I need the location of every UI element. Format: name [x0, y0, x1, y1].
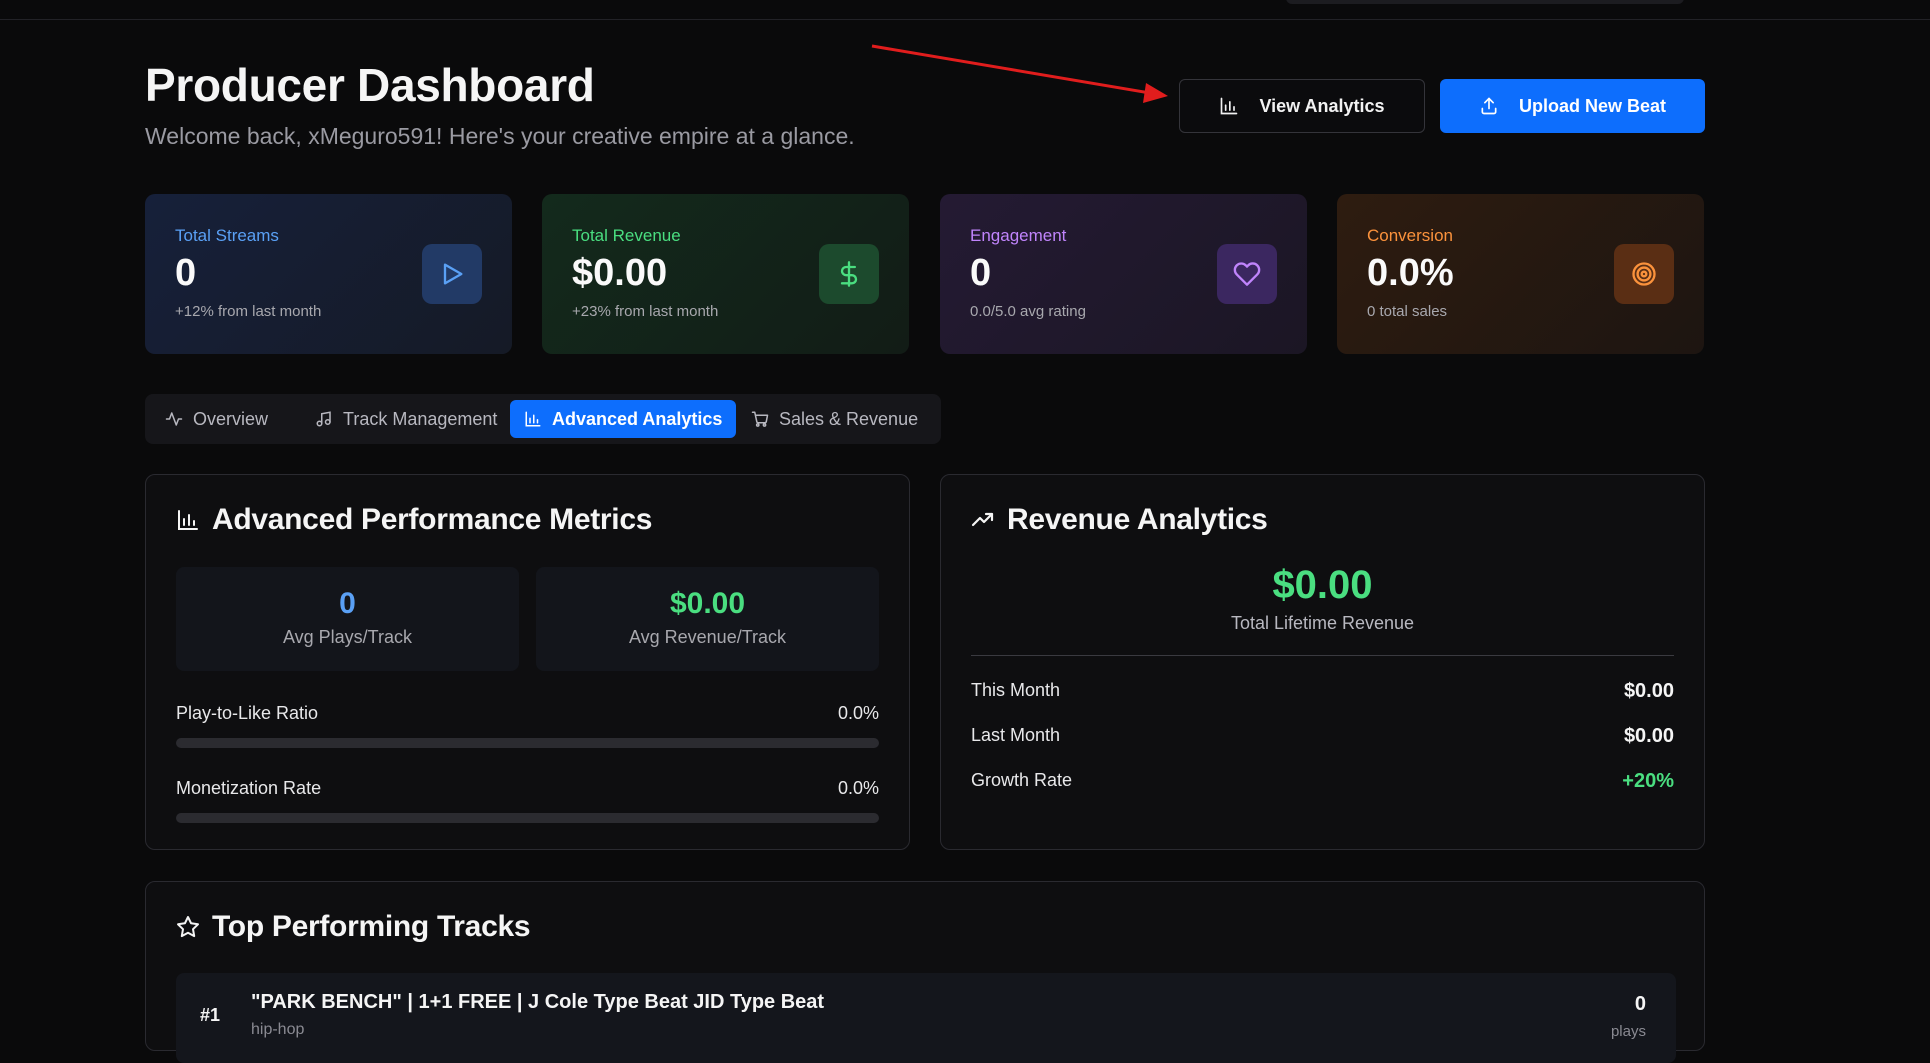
avg-plays-card: 0 Avg Plays/Track: [176, 567, 519, 671]
track-plays-value: 0: [1634, 993, 1646, 1015]
bar-chart-icon: [1221, 97, 1238, 115]
track-rank: #1: [200, 1005, 221, 1025]
progress-bar: [176, 813, 879, 823]
tab-label: Overview: [193, 408, 269, 429]
stat-label: Total Revenue: [572, 226, 681, 245]
revenue-row-value: $0.00: [1623, 680, 1674, 702]
track-genre: hip-hop: [251, 1021, 305, 1038]
metric-value: 0.0%: [837, 703, 879, 723]
stat-card-total-streams: Total Streams 0 +12% from last month: [145, 194, 512, 354]
revenue-row-this-month: This Month $0.00: [971, 680, 1674, 702]
tab-label: Advanced Analytics: [552, 408, 723, 429]
top-tracks-panel: Top Performing Tracks #1 "PARK BENCH" | …: [145, 881, 1705, 1063]
top-navigation-bar: [0, 0, 1930, 20]
heart-icon: [1217, 244, 1277, 304]
upload-new-beat-label: Upload New Beat: [1518, 95, 1667, 116]
revenue-row-label: Growth Rate: [971, 770, 1073, 790]
target-icon: [1614, 244, 1674, 304]
bar-chart-icon: [178, 510, 198, 530]
avg-revenue-card: $0.00 Avg Revenue/Track: [536, 567, 879, 671]
total-lifetime-revenue-label: Total Lifetime Revenue: [1230, 613, 1415, 633]
search-bar-edge[interactable]: [1286, 0, 1684, 4]
panel-title-text: Advanced Performance Metrics: [212, 503, 653, 536]
panel-title: Advanced Performance Metrics: [176, 503, 652, 537]
stat-label: Conversion: [1367, 226, 1453, 245]
bar-chart-icon: [525, 411, 541, 427]
total-lifetime-revenue-value: $0.00: [1272, 563, 1373, 607]
revenue-row-label: Last Month: [971, 725, 1061, 745]
view-analytics-label: View Analytics: [1259, 95, 1385, 116]
panel-title: Top Performing Tracks: [176, 910, 531, 944]
cart-icon: [751, 411, 769, 427]
metric-label: Monetization Rate: [176, 778, 322, 798]
stat-label: Engagement: [970, 226, 1067, 245]
stat-label: Total Streams: [175, 226, 279, 245]
avg-revenue-value: $0.00: [669, 587, 746, 620]
stat-subtext: +12% from last month: [175, 303, 322, 320]
view-analytics-button[interactable]: View Analytics: [1179, 79, 1425, 133]
track-title: "PARK BENCH" | 1+1 FREE | J Cole Type Be…: [251, 991, 825, 1013]
star-icon: [177, 916, 199, 938]
divider: [971, 655, 1674, 656]
upload-new-beat-button[interactable]: Upload New Beat: [1440, 79, 1705, 133]
play-to-like-metric: Play-to-Like Ratio 0.0%: [176, 703, 879, 748]
metric-value: 0.0%: [837, 778, 879, 798]
tab-overview[interactable]: Overview: [151, 400, 282, 438]
revenue-row-last-month: Last Month $0.00: [971, 725, 1674, 747]
monetization-metric: Monetization Rate 0.0%: [176, 778, 879, 823]
panel-title-text: Top Performing Tracks: [212, 910, 531, 943]
list-item[interactable]: #1 "PARK BENCH" | 1+1 FREE | J Cole Type…: [176, 973, 1676, 1063]
revenue-row-value: $0.00: [1623, 725, 1674, 747]
activity-icon: [165, 412, 183, 426]
tab-label: Track Management: [343, 408, 498, 429]
page-subtitle: Welcome back, xMeguro591! Here's your cr…: [145, 123, 855, 149]
performance-metrics-panel: Advanced Performance Metrics 0 Avg Plays…: [145, 474, 910, 850]
stat-subtext: +23% from last month: [572, 303, 719, 320]
revenue-analytics-panel: Revenue Analytics $0.00 Total Lifetime R…: [940, 474, 1705, 850]
panel-title-text: Revenue Analytics: [1007, 503, 1268, 536]
page-title: Producer Dashboard: [145, 59, 595, 111]
stat-card-engagement: Engagement 0 0.0/5.0 avg rating: [940, 194, 1307, 354]
upload-icon: [1481, 97, 1497, 115]
revenue-row-label: This Month: [971, 680, 1061, 700]
tab-advanced-analytics[interactable]: Advanced Analytics: [510, 400, 737, 438]
stat-subtext: 0 total sales: [1367, 303, 1448, 320]
trending-up-icon: [971, 512, 994, 527]
music-note-icon: [316, 411, 331, 427]
avg-plays-value: 0: [339, 587, 356, 620]
dollar-icon: [819, 244, 879, 304]
metric-label: Play-to-Like Ratio: [176, 703, 319, 723]
stat-card-total-revenue: Total Revenue $0.00 +23% from last month: [542, 194, 909, 354]
avg-plays-label: Avg Plays/Track: [282, 627, 413, 647]
tab-sales-revenue[interactable]: Sales & Revenue: [737, 400, 932, 438]
revenue-row-growth-rate: Growth Rate +20%: [971, 770, 1674, 792]
progress-bar: [176, 738, 879, 748]
avg-revenue-label: Avg Revenue/Track: [628, 627, 787, 647]
play-icon: [422, 244, 482, 304]
stat-subtext: 0.0/5.0 avg rating: [970, 303, 1086, 320]
stat-card-conversion: Conversion 0.0% 0 total sales: [1337, 194, 1704, 354]
dashboard-tabs: Overview Track Management Advanced Analy…: [145, 394, 941, 444]
panel-title: Revenue Analytics: [971, 503, 1268, 537]
revenue-row-value: +20%: [1622, 770, 1674, 792]
tab-label: Sales & Revenue: [779, 408, 919, 429]
tab-track-management[interactable]: Track Management: [301, 400, 511, 438]
